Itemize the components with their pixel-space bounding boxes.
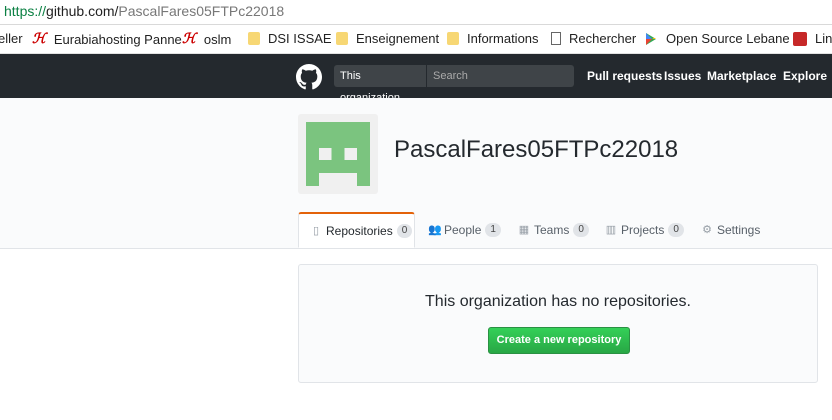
tab-people[interactable]: 👥 People 1 [428,212,501,248]
nav-explore[interactable]: Explore [783,69,827,83]
bookmark-item[interactable]: eller [0,31,23,46]
bookmark-item[interactable]: DSI ISSAE [248,31,332,46]
people-icon: 👥 [428,224,442,236]
linked-logo-icon [793,31,807,46]
tab-teams[interactable]: ▦ Teams 0 [518,212,589,248]
teams-icon: ▦ [518,224,530,236]
search-scope-label[interactable]: This organization [334,65,426,104]
count-badge: 1 [485,223,501,237]
tab-settings[interactable]: ⚙ Settings [701,212,760,248]
bookmark-item[interactable]: ℋoslm [182,31,231,47]
nav-marketplace[interactable]: Marketplace [707,69,776,83]
bookmarks-bar: eller ℋ Eurabiahosting Panne ℋoslm DSI IS… [0,25,832,54]
repo-icon: ▯ [312,224,320,237]
play-store-icon [644,32,658,46]
avatar [298,114,378,194]
count-badge: 0 [396,223,413,238]
count-badge: 0 [668,223,684,237]
nav-issues[interactable]: Issues [664,69,701,83]
bookmark-item[interactable]: Rechercher [551,31,636,46]
create-repository-button[interactable]: Create a new repository [488,327,630,354]
github-header: This organization Search Pull requests I… [0,54,832,104]
bookmark-item[interactable]: Enseignement [336,31,439,46]
folder-icon [336,32,348,45]
bookmark-item[interactable]: Lin [793,31,832,46]
bookmark-item[interactable]: Informations [447,31,539,46]
bookmark-item[interactable]: Open Source Lebane [644,31,790,46]
identicon-image [306,122,370,186]
hosting-logo-icon: ℋ [182,31,196,47]
nav-pull-requests[interactable]: Pull requests [587,69,662,83]
bookmark-item[interactable]: ℋ Eurabiahosting Panne [32,31,182,47]
projects-icon: ▥ [605,224,617,236]
count-badge: 0 [573,223,589,237]
no-repos-message: This organization has no repositories. [425,293,691,310]
github-logo-icon[interactable] [296,64,322,90]
tab-repositories[interactable]: ▯ Repositories 0 [298,212,415,248]
org-name: PascalFares05FTPc22018 [394,136,679,163]
blankslate: This organization has no repositories. C… [298,264,818,383]
search-input[interactable]: Search [426,65,574,87]
tab-projects[interactable]: ▥ Projects 0 [605,212,684,248]
folder-icon [447,32,459,45]
hosting-logo-icon: ℋ [32,31,46,47]
document-icon [551,32,561,45]
gear-icon: ⚙ [702,224,712,236]
url-text[interactable]: https://github.com/PascalFares05FTPc2201… [4,3,284,19]
folder-icon [248,32,260,45]
address-bar[interactable]: https://github.com/PascalFares05FTPc2201… [0,0,832,25]
